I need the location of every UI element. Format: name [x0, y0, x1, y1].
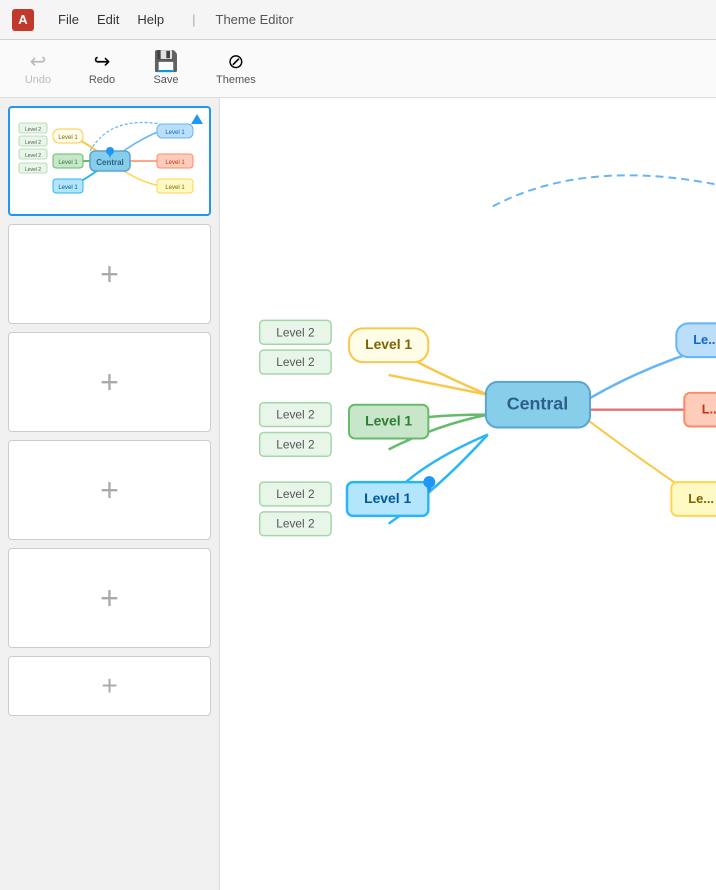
svg-text:Level 1: Level 1 — [165, 160, 185, 166]
add-theme-button-5[interactable]: + — [8, 656, 211, 716]
svg-text:Level 2: Level 2 — [276, 487, 315, 501]
undo-label: Undo — [25, 74, 51, 86]
themes-label: Themes — [216, 74, 256, 86]
add-icon-2: + — [100, 364, 119, 401]
undo-icon: ↩ — [30, 52, 47, 72]
svg-text:Level 1: Level 1 — [165, 130, 185, 136]
svg-text:Level 1: Level 1 — [58, 160, 78, 166]
svg-text:Level 2: Level 2 — [276, 325, 315, 339]
svg-text:L...: L... — [702, 402, 716, 417]
title-separator: | — [188, 12, 199, 27]
svg-text:Le...: Le... — [693, 332, 716, 347]
svg-text:Level 2: Level 2 — [276, 517, 315, 531]
svg-text:Level 1: Level 1 — [364, 490, 411, 506]
save-button[interactable]: 💾 Save — [144, 48, 188, 90]
selected-indicator — [191, 114, 203, 124]
add-icon-4: + — [100, 580, 119, 617]
svg-text:Level 1: Level 1 — [58, 135, 78, 141]
svg-text:Le...: Le... — [688, 491, 714, 506]
svg-text:Central: Central — [96, 158, 124, 167]
mindmap-canvas: Level 2 Level 2 Level 2 Level 2 Level 2 … — [220, 98, 716, 890]
add-icon-5: + — [101, 670, 117, 702]
svg-text:Level 1: Level 1 — [58, 185, 78, 191]
title-bar: A File Edit Help | Theme Editor — [0, 0, 716, 40]
svg-text:Central: Central — [507, 394, 568, 414]
svg-text:Level 2: Level 2 — [24, 140, 40, 146]
redo-button[interactable]: ↪ Redo — [80, 48, 124, 90]
svg-text:Level 1: Level 1 — [165, 185, 185, 191]
add-theme-button-4[interactable]: + — [8, 548, 211, 648]
svg-text:Level 2: Level 2 — [24, 127, 40, 133]
svg-text:Level 2: Level 2 — [24, 167, 40, 173]
editor-title: Theme Editor — [216, 12, 294, 27]
left-panel: Central Level 1 Level 1 Level 1 Level 2 … — [0, 98, 220, 890]
app-icon-label: A — [18, 12, 27, 27]
svg-text:Level 2: Level 2 — [24, 153, 40, 159]
canvas-area: Level 2 Level 2 Level 2 Level 2 Level 2 … — [220, 98, 716, 890]
menu-bar: File Edit Help — [50, 9, 172, 30]
svg-text:Level 1: Level 1 — [365, 336, 412, 352]
save-label: Save — [153, 74, 178, 86]
add-theme-button-1[interactable]: + — [8, 224, 211, 324]
themes-button[interactable]: ⊘ Themes — [208, 48, 264, 90]
svg-text:Level 1: Level 1 — [365, 413, 412, 429]
help-menu[interactable]: Help — [129, 9, 172, 30]
svg-text:Level 2: Level 2 — [276, 408, 315, 422]
svg-text:Level 2: Level 2 — [276, 437, 315, 451]
add-theme-button-2[interactable]: + — [8, 332, 211, 432]
theme-thumbnail-1[interactable]: Central Level 1 Level 1 Level 1 Level 2 … — [8, 106, 211, 216]
undo-button[interactable]: ↩ Undo — [16, 48, 60, 90]
mini-mindmap: Central Level 1 Level 1 Level 1 Level 2 … — [15, 111, 205, 211]
redo-icon: ↪ — [94, 52, 111, 72]
add-theme-button-3[interactable]: + — [8, 440, 211, 540]
add-icon-3: + — [100, 472, 119, 509]
toolbar: ↩ Undo ↪ Redo 💾 Save ⊘ Themes — [0, 40, 716, 98]
themes-icon: ⊘ — [227, 52, 244, 72]
svg-text:Level 2: Level 2 — [276, 355, 315, 369]
app-icon: A — [12, 9, 34, 31]
add-icon-1: + — [100, 256, 119, 293]
edit-menu[interactable]: Edit — [89, 9, 127, 30]
main-area: Central Level 1 Level 1 Level 1 Level 2 … — [0, 98, 716, 890]
save-icon: 💾 — [154, 52, 179, 72]
file-menu[interactable]: File — [50, 9, 87, 30]
redo-label: Redo — [89, 74, 115, 86]
